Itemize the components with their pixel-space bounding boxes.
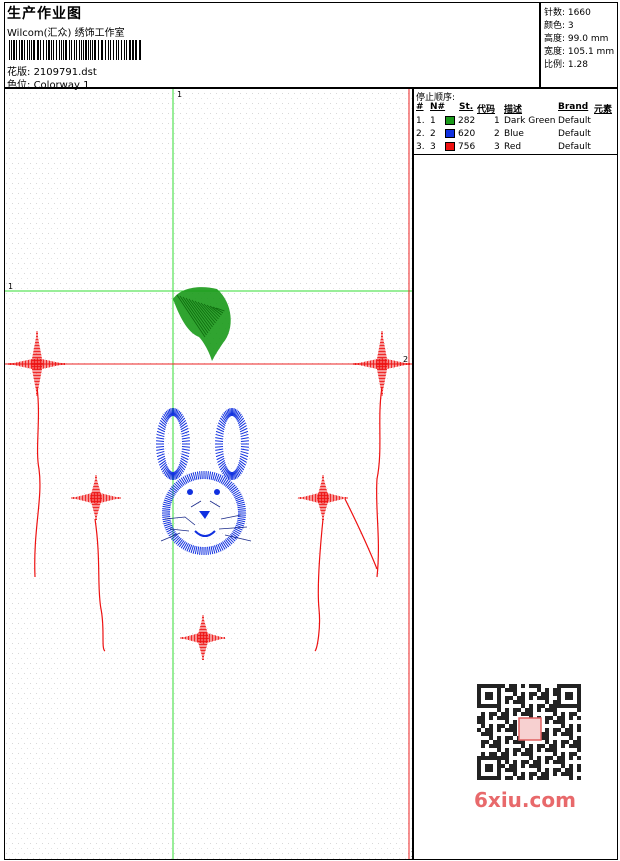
table-row: 1. 1 282 1 Dark Green Default	[416, 116, 591, 126]
stat-stitches: 针数: 1660	[544, 8, 591, 18]
col-header-index: #	[416, 102, 424, 112]
green-horizontal-marker: 1	[8, 282, 13, 291]
page-title: 生产作业图	[7, 6, 82, 22]
watermark-text: 6xiu.com	[474, 788, 576, 812]
col-header-description: 描述	[504, 105, 523, 115]
color-swatch	[445, 116, 455, 125]
stats-panel: 针数: 1660 颜色: 3 高度: 99.0 mm 宽度: 105.1 mm …	[540, 2, 618, 88]
col-header-stitches: St.	[459, 102, 474, 112]
company-name: Wilcom(汇众) 绣饰工作室	[7, 28, 125, 39]
col-header-n: N#	[430, 102, 446, 112]
barcode-icon	[9, 40, 141, 60]
qr-code-icon	[477, 684, 581, 780]
stat-width: 宽度: 105.1 mm	[544, 47, 615, 57]
col-header-code: 代码	[477, 105, 496, 115]
design-canvas: 1 1 2 2	[4, 88, 413, 860]
stat-colors: 颜色: 3	[544, 21, 574, 31]
panel-divider	[414, 154, 617, 155]
stat-scale: 比例: 1.28	[544, 60, 588, 70]
header-panel: 生产作业图 Wilcom(汇众) 绣饰工作室 花版: 2109791.dst 色…	[4, 2, 540, 91]
green-vertical-marker: 1	[177, 90, 182, 99]
col-header-element: 元素	[594, 105, 613, 115]
color-swatch	[445, 142, 455, 151]
table-row: 2. 2 620 2 Blue Default	[416, 129, 591, 139]
red-vertical-marker: 2	[411, 850, 412, 859]
watermark: 6xiu.com	[469, 680, 589, 820]
embroidery-design: 1 1 2 2	[5, 89, 412, 859]
stat-height: 高度: 99.0 mm	[544, 34, 609, 44]
col-header-brand: Brand	[558, 102, 589, 112]
color-swatch	[445, 129, 455, 138]
